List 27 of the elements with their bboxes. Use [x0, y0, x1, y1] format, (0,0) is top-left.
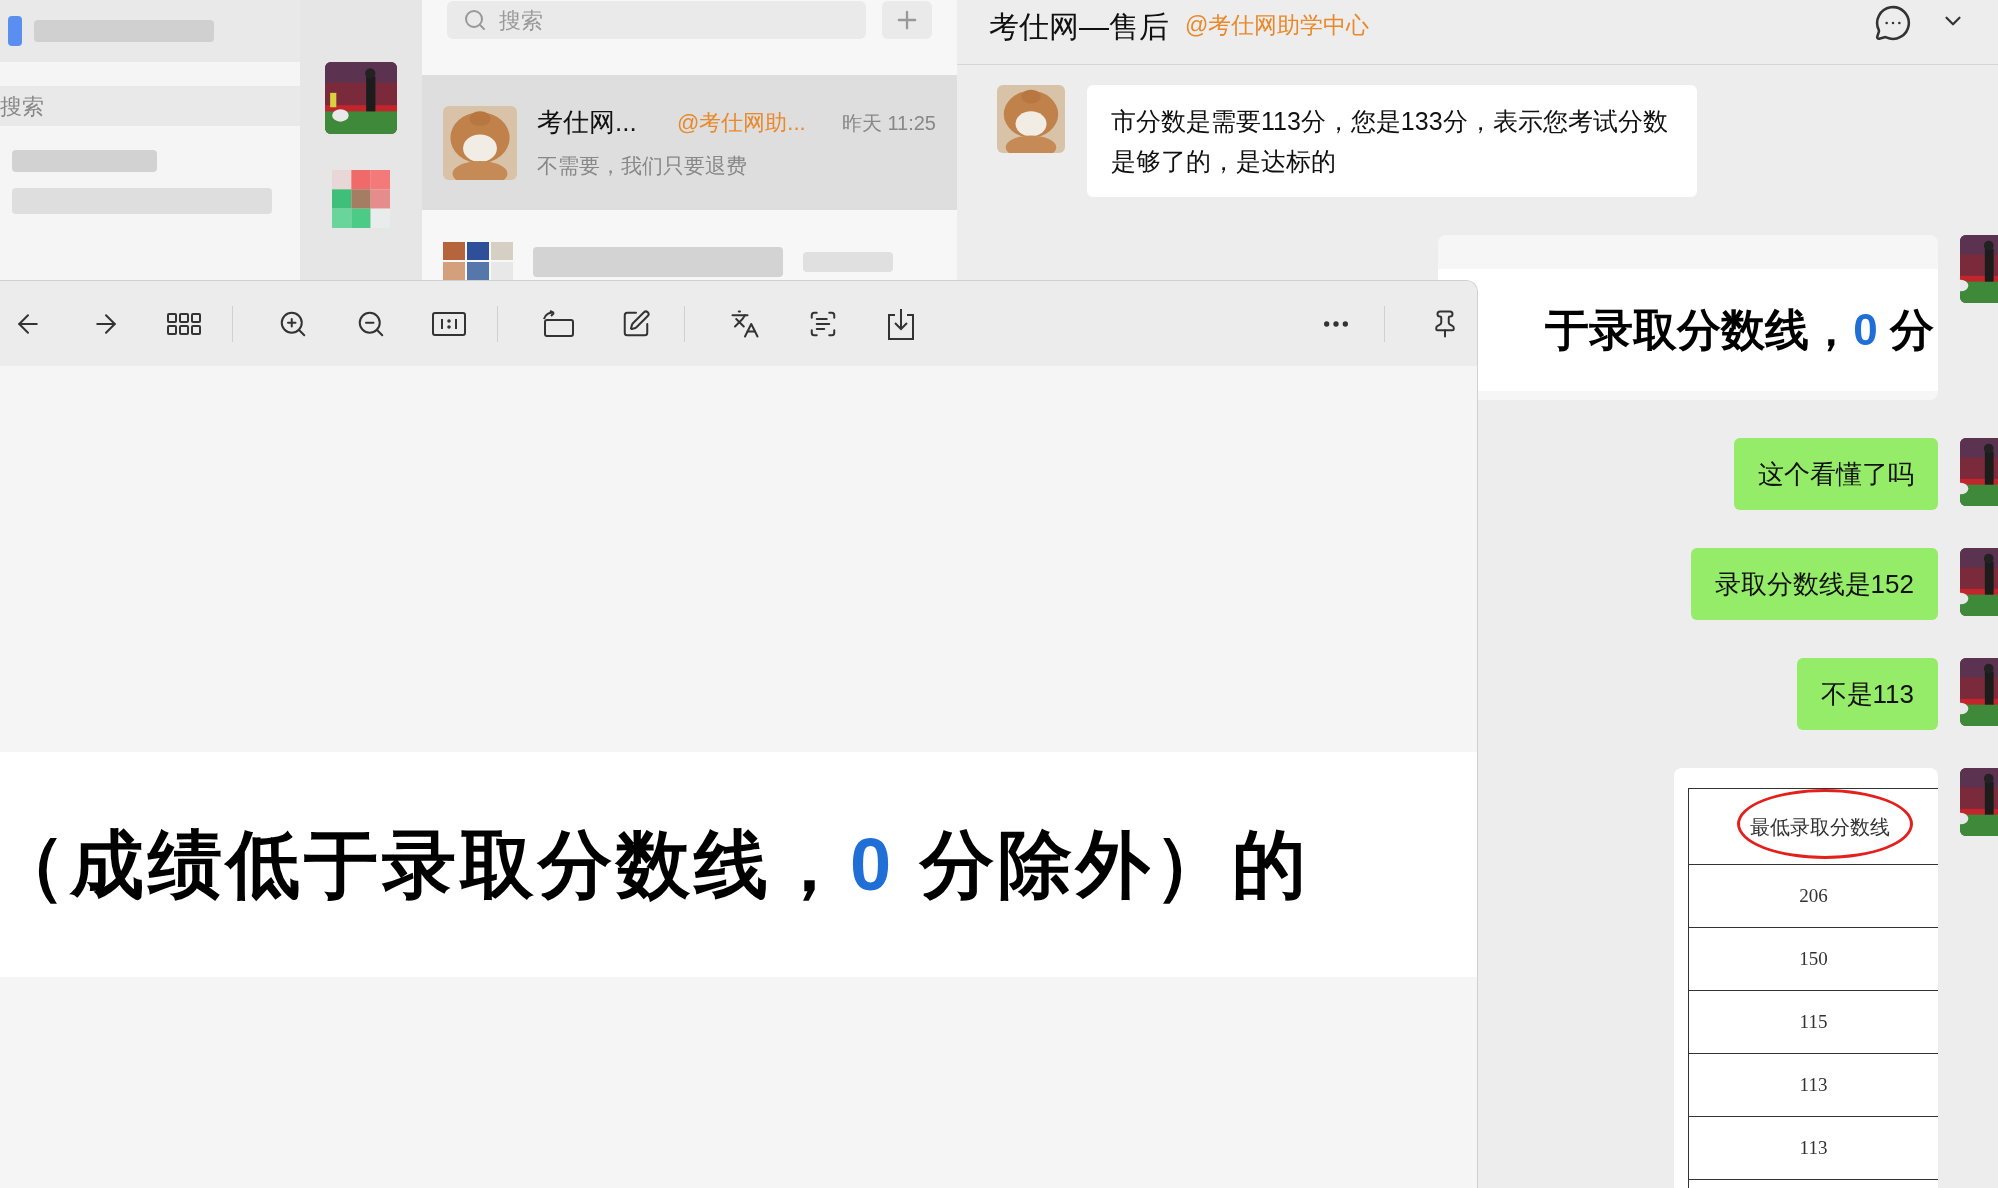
search-field[interactable]: 搜索 [0, 86, 300, 126]
table-cell: 115 [1689, 991, 1938, 1054]
message-bubble: 不是113 [1796, 658, 1938, 730]
chat-preview: 不需要，我们只要退费 [537, 153, 748, 180]
message-bubble: 市分数是需要113分，您是133分，表示您考试分数是够了的，是达标的 [1087, 85, 1697, 197]
search-field[interactable]: 搜索 [447, 1, 866, 39]
message-bubble: 录取分数线是152 [1690, 548, 1938, 620]
grid-icon [166, 311, 202, 336]
table-cell: 113 [1689, 1117, 1938, 1180]
message-bubble: 这个看懂了吗 [1734, 438, 1938, 510]
search-icon [463, 8, 487, 32]
chat-name: 考仕网... [537, 106, 638, 140]
chat-time: 昨天 11:25 [841, 110, 936, 136]
actual-size-icon [431, 309, 467, 338]
chat-tag: @考仕网助学中心 [1185, 8, 1858, 43]
table-cell: 113 [1689, 1054, 1938, 1117]
table-header: 最低录取分数线 [1749, 814, 1890, 840]
chat-bubble-icon[interactable] [1874, 4, 1912, 42]
table-cell: 150 [1689, 928, 1938, 991]
chat-item[interactable]: 考仕网... @考仕网助... 昨天 11:25 不需要，我们只要退费 [422, 75, 957, 210]
chat-tag: @考仕网助... [677, 106, 842, 140]
table-cell: 206 [1689, 865, 1938, 928]
image-text: （成绩低于录取分数线，0 分除外）的 [0, 822, 1310, 908]
rotate-icon [540, 308, 576, 339]
image-text: 于录取分数线，0 分 [1545, 303, 1934, 356]
chat-title: 考仕网—售后 [989, 9, 1169, 45]
app-icon [8, 16, 22, 46]
